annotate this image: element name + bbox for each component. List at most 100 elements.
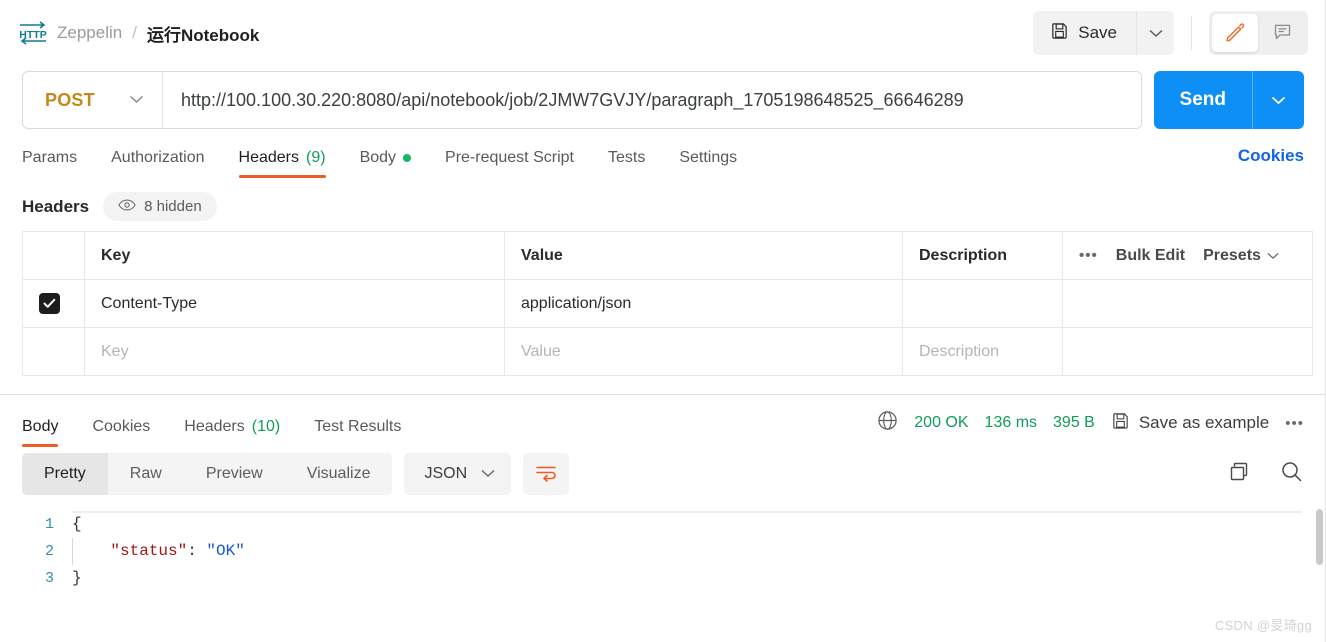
request-tabs: Params Authorization Headers (9) Body Pr… xyxy=(0,134,1326,178)
breadcrumb-current[interactable]: 运行Notebook xyxy=(147,21,259,46)
line-number: 2 xyxy=(44,543,54,560)
save-button-group: Save xyxy=(1033,11,1174,55)
response-body-viewer[interactable]: 1 2 3 { "status": "OK" } xyxy=(0,505,1326,642)
response-body-toolbar: Pretty Raw Preview Visualize JSON xyxy=(0,447,1326,495)
postman-window: HTTP Zeppelin / 运行Notebook Save POST htt… xyxy=(0,0,1326,642)
tab-headers-label: Headers xyxy=(238,149,299,166)
row-key-cell[interactable]: Content-Type xyxy=(84,279,505,328)
bulk-edit-button[interactable]: Bulk Edit xyxy=(1116,247,1185,265)
ellipsis-icon[interactable]: ••• xyxy=(1079,247,1098,264)
tab-pre-request-script-label: Pre-request Script xyxy=(445,149,574,166)
row-value-cell[interactable]: application/json xyxy=(504,279,903,328)
empty-row-checkbox-cell xyxy=(22,327,85,376)
table-row[interactable]: Content-Type application/json xyxy=(22,279,1313,328)
code-vertical-scrollbar[interactable] xyxy=(1316,509,1323,565)
breadcrumb-root[interactable]: Zeppelin xyxy=(57,23,122,43)
code-line-1: { xyxy=(72,511,1326,538)
method-selector[interactable]: POST xyxy=(23,72,163,128)
tab-tests[interactable]: Tests xyxy=(591,150,662,178)
chevron-down-icon xyxy=(481,465,495,483)
http-icon: HTTP xyxy=(18,20,48,46)
empty-row-actions-cell xyxy=(1062,327,1313,376)
tab-authorization-label: Authorization xyxy=(111,149,205,166)
response-tab-test-results[interactable]: Test Results xyxy=(297,419,418,447)
code-content[interactable]: { "status": "OK" } xyxy=(72,505,1326,642)
send-button-group: Send xyxy=(1153,71,1304,129)
column-checkbox xyxy=(22,231,85,280)
json-brace-open: { xyxy=(72,515,82,533)
url-input[interactable] xyxy=(163,72,1141,128)
send-button[interactable]: Send xyxy=(1153,71,1252,129)
tab-settings[interactable]: Settings xyxy=(662,150,754,178)
floppy-disk-icon xyxy=(1111,411,1130,435)
empty-row-description-cell[interactable]: Description xyxy=(902,327,1063,376)
send-dropdown-button[interactable] xyxy=(1252,71,1304,129)
chevron-down-icon xyxy=(1271,93,1286,108)
status-badge: 200 OK xyxy=(914,414,969,431)
response-tab-headers[interactable]: Headers (10) xyxy=(167,419,297,447)
response-status-bar: 200 OK 136 ms 395 B Save as example ••• xyxy=(877,410,1304,447)
top-bar-actions: Save xyxy=(1033,11,1308,55)
tab-params-label: Params xyxy=(22,149,78,166)
view-raw-button[interactable]: Raw xyxy=(108,453,184,495)
headers-title-row: Headers 8 hidden xyxy=(0,178,1326,231)
save-button[interactable]: Save xyxy=(1033,11,1136,55)
pencil-icon xyxy=(1224,21,1246,46)
view-pretty-button[interactable]: Pretty xyxy=(22,453,108,495)
row-key-value: Content-Type xyxy=(101,294,198,312)
tab-pre-request-script[interactable]: Pre-request Script xyxy=(428,150,591,178)
json-brace-close: } xyxy=(72,569,82,587)
save-as-example-button[interactable]: Save as example xyxy=(1111,411,1269,435)
column-value: Value xyxy=(504,231,903,280)
row-checkbox-cell xyxy=(22,279,85,328)
edit-mode-button[interactable] xyxy=(1212,14,1258,52)
table-row[interactable]: Key Value Description xyxy=(22,327,1313,376)
url-box: POST xyxy=(22,71,1142,129)
tab-headers-count: (9) xyxy=(306,149,326,166)
tab-headers[interactable]: Headers (9) xyxy=(222,150,343,178)
response-tabs: Body Cookies Headers (10) Test Results 2… xyxy=(0,403,1326,447)
presets-button[interactable]: Presets xyxy=(1203,247,1279,265)
table-header-row: Key Value Description ••• Bulk Edit Pres… xyxy=(22,231,1313,280)
save-button-label: Save xyxy=(1078,23,1117,42)
empty-row-value-cell[interactable]: Value xyxy=(504,327,903,376)
comment-button[interactable] xyxy=(1259,14,1305,52)
table-actions-cell: ••• Bulk Edit Presets xyxy=(1062,231,1313,280)
wrap-lines-button[interactable] xyxy=(523,453,570,495)
view-visualize-button[interactable]: Visualize xyxy=(285,453,393,495)
eye-icon xyxy=(118,198,136,215)
row-checkbox[interactable] xyxy=(39,293,60,314)
response-tab-headers-label: Headers xyxy=(184,418,245,435)
floppy-disk-icon xyxy=(1050,21,1069,45)
response-tab-test-results-label: Test Results xyxy=(314,418,402,435)
tab-authorization[interactable]: Authorization xyxy=(94,150,221,178)
tab-tests-label: Tests xyxy=(607,149,646,166)
response-more-ellipsis-icon[interactable]: ••• xyxy=(1285,415,1304,432)
hidden-headers-pill[interactable]: 8 hidden xyxy=(103,192,217,221)
globe-icon[interactable] xyxy=(877,410,898,436)
tab-body-label: Body xyxy=(359,149,397,166)
row-description-cell[interactable] xyxy=(902,279,1063,328)
search-icon[interactable] xyxy=(1279,459,1304,489)
empty-row-key-cell[interactable]: Key xyxy=(84,327,505,376)
hidden-headers-label: 8 hidden xyxy=(144,198,202,215)
view-preview-button[interactable]: Preview xyxy=(184,453,285,495)
response-time: 136 ms xyxy=(984,414,1038,431)
row-actions-cell xyxy=(1062,279,1313,328)
row-value-value: application/json xyxy=(521,294,632,312)
svg-text:HTTP: HTTP xyxy=(19,29,46,41)
format-selector[interactable]: JSON xyxy=(404,453,512,495)
tab-params[interactable]: Params xyxy=(22,150,94,178)
cookies-link[interactable]: Cookies xyxy=(1238,146,1304,178)
copy-icon[interactable] xyxy=(1227,460,1251,489)
tab-body[interactable]: Body xyxy=(343,150,428,178)
response-tab-body[interactable]: Body xyxy=(22,419,75,447)
watermark: CSDN @旻琦gg xyxy=(1214,618,1312,633)
response-tab-cookies-label: Cookies xyxy=(92,418,151,435)
response-tab-cookies[interactable]: Cookies xyxy=(75,419,167,447)
json-key: "status" xyxy=(110,542,188,560)
body-view-segmented: Pretty Raw Preview Visualize xyxy=(22,453,393,495)
tab-settings-label: Settings xyxy=(679,149,738,166)
save-dropdown-button[interactable] xyxy=(1136,11,1174,55)
line-number-gutter: 1 2 3 xyxy=(0,505,72,642)
